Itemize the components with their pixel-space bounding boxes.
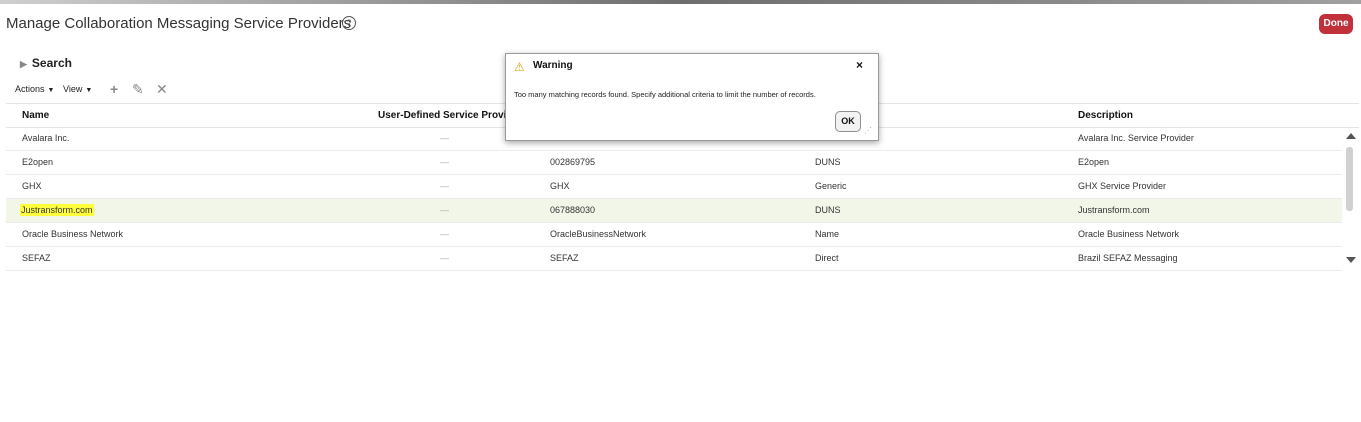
cell-user-defined: —	[440, 133, 449, 143]
cell-user-defined: —	[440, 205, 449, 215]
scrollbar-thumb[interactable]	[1346, 147, 1353, 211]
cell-description: GHX Service Provider	[1078, 181, 1167, 191]
chevron-down-icon: ▼	[47, 87, 55, 94]
cell-name: Oracle Business Network	[22, 229, 124, 239]
cell-identifier: SEFAZ	[550, 253, 579, 263]
table-row[interactable]: SEFAZ — SEFAZ Direct Brazil SEFAZ Messag…	[6, 247, 1342, 271]
cell-identifier: 002869795	[550, 157, 596, 167]
chevron-down-icon: ▼	[85, 87, 93, 94]
cell-name: SEFAZ	[22, 253, 51, 263]
edit-icon[interactable]: ✎	[132, 81, 144, 98]
cell-type: Generic	[815, 181, 847, 191]
dialog-title: Warning	[533, 60, 573, 71]
ok-button[interactable]: OK	[835, 111, 861, 132]
cell-name: Avalara Inc.	[22, 133, 70, 143]
dialog-message: Too many matching records found. Specify…	[514, 90, 816, 99]
actions-label: Actions	[15, 84, 45, 94]
close-icon[interactable]: ×	[856, 58, 863, 72]
cell-name: GHX	[22, 181, 42, 191]
table-row[interactable]: Oracle Business Network — OracleBusiness…	[6, 223, 1342, 247]
view-menu[interactable]: View ▼	[63, 84, 92, 94]
column-header-description[interactable]: Description	[1078, 110, 1133, 121]
search-section-toggle[interactable]: ▶ Search	[20, 56, 72, 70]
cell-identifier: 067888030	[550, 205, 596, 215]
column-header-name[interactable]: Name	[22, 110, 49, 121]
warning-dialog: ⚠ Warning × Too many matching records fo…	[505, 53, 879, 141]
table-row-selected[interactable]: Justransform.com — 067888030 DUNS Justra…	[6, 199, 1342, 223]
page-title: Manage Collaboration Messaging Service P…	[6, 15, 352, 32]
cell-type: Name	[815, 229, 840, 239]
delete-icon[interactable]: ✕	[156, 81, 168, 98]
vertical-scrollbar[interactable]	[1344, 129, 1359, 271]
cell-description: Justransform.com	[1078, 205, 1150, 215]
cell-identifier: GHX	[550, 181, 570, 191]
cell-type: DUNS	[815, 205, 841, 215]
cell-name: Justransform.com	[20, 204, 94, 216]
warning-icon: ⚠	[514, 60, 525, 74]
cell-description: Oracle Business Network	[1078, 229, 1180, 239]
done-button[interactable]: Done	[1319, 14, 1353, 34]
add-icon[interactable]: +	[110, 81, 118, 97]
search-highlight: Justransform.com	[20, 204, 94, 216]
column-header-user-defined[interactable]: User-Defined Service Provid	[378, 110, 513, 121]
cell-type: DUNS	[815, 157, 841, 167]
cell-user-defined: —	[440, 157, 449, 167]
actions-menu[interactable]: Actions ▼	[15, 84, 54, 94]
view-label: View	[63, 84, 83, 94]
table-row[interactable]: GHX — GHX Generic GHX Service Provider	[6, 175, 1342, 199]
cell-description: Avalara Inc. Service Provider	[1078, 133, 1194, 143]
help-icon[interactable]: ?	[342, 16, 356, 30]
cell-user-defined: —	[440, 253, 449, 263]
cell-name: E2open	[22, 157, 54, 167]
cell-description: Brazil SEFAZ Messaging	[1078, 253, 1178, 263]
cell-type: Direct	[815, 253, 839, 263]
scroll-up-icon[interactable]	[1346, 133, 1356, 139]
resize-grip-icon[interactable]: ⋰	[864, 126, 872, 135]
top-accent-bar	[0, 0, 1361, 4]
cell-user-defined: —	[440, 229, 449, 239]
cell-user-defined: —	[440, 181, 449, 191]
cell-description: E2open	[1078, 157, 1110, 167]
table-row[interactable]: E2open — 002869795 DUNS E2open	[6, 151, 1342, 175]
scroll-down-icon[interactable]	[1346, 257, 1356, 263]
cell-identifier: OracleBusinessNetwork	[550, 229, 647, 239]
search-label: Search	[31, 56, 72, 70]
expand-triangle-icon: ▶	[20, 59, 27, 69]
